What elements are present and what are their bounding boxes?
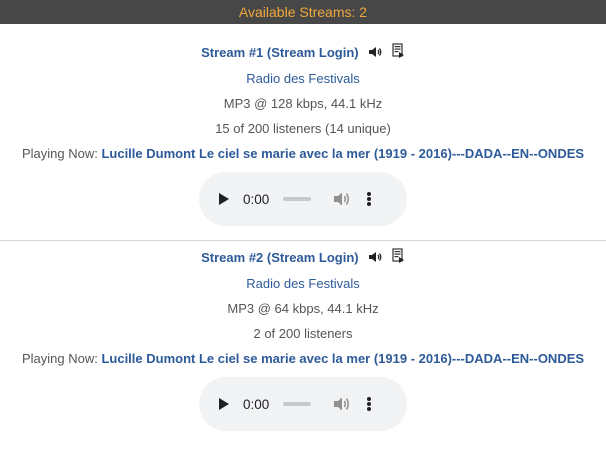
- play-icon[interactable]: [219, 193, 229, 205]
- play-icon[interactable]: [219, 398, 229, 410]
- stream-title-line: Stream #1 (Stream Login): [0, 40, 606, 66]
- stream-title-line: Stream #2 (Stream Login): [0, 245, 606, 271]
- stream-title-link[interactable]: Stream #2 (Stream Login): [201, 250, 359, 265]
- volume-icon[interactable]: [333, 396, 351, 412]
- playlist-icon[interactable]: [392, 246, 405, 272]
- audio-player: 0:00: [199, 172, 407, 226]
- playlist-icon[interactable]: [392, 41, 405, 67]
- stream-listeners: 15 of 200 listeners (14 unique): [215, 121, 391, 136]
- now-playing: Playing Now: Lucille Dumont Le ciel se m…: [0, 141, 606, 166]
- stream-format: MP3 @ 64 kbps, 44.1 kHz: [227, 301, 379, 316]
- audio-player-wrap: 0:00: [0, 371, 606, 445]
- more-options-icon[interactable]: [367, 397, 372, 411]
- stream-format: MP3 @ 128 kbps, 44.1 kHz: [223, 96, 383, 111]
- volume-icon[interactable]: [333, 191, 351, 207]
- now-playing-song-link[interactable]: Lucille Dumont Le ciel se marie avec la …: [101, 146, 584, 161]
- stream-section: Stream #1 (Stream Login) Radio des Festi…: [0, 24, 606, 240]
- stream-name[interactable]: Radio des Festivals: [0, 66, 606, 91]
- available-streams-header: Available Streams: 2: [0, 0, 606, 24]
- speaker-icon[interactable]: [368, 246, 382, 272]
- stream-name[interactable]: Radio des Festivals: [0, 271, 606, 296]
- progress-slider[interactable]: [283, 402, 312, 406]
- more-options-icon[interactable]: [367, 192, 372, 206]
- audio-player-wrap: 0:00: [0, 166, 606, 240]
- now-playing-label: Playing Now:: [21, 351, 98, 366]
- player-time: 0:00: [243, 396, 270, 412]
- stream-title-link[interactable]: Stream #1 (Stream Login): [201, 45, 359, 60]
- player-time: 0:00: [243, 191, 270, 207]
- stream-section: Stream #2 (Stream Login) Radio des Festi…: [0, 240, 606, 445]
- audio-player: 0:00: [199, 377, 407, 431]
- stream-listeners: 2 of 200 listeners: [253, 326, 353, 341]
- progress-slider[interactable]: [283, 197, 312, 201]
- speaker-icon[interactable]: [368, 41, 382, 67]
- now-playing-song-link[interactable]: Lucille Dumont Le ciel se marie avec la …: [101, 351, 584, 366]
- now-playing: Playing Now: Lucille Dumont Le ciel se m…: [0, 346, 606, 371]
- now-playing-label: Playing Now:: [21, 146, 98, 161]
